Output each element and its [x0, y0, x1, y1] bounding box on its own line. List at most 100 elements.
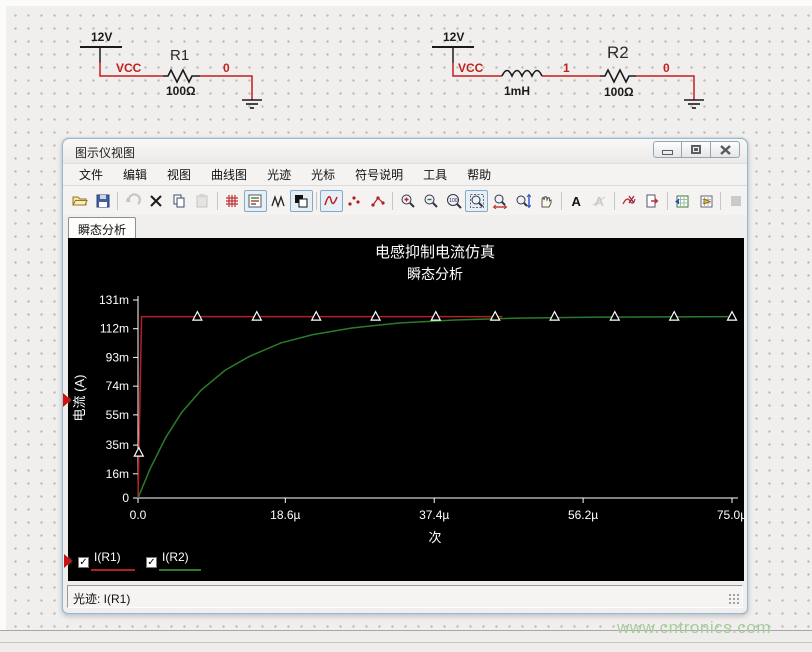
- wire-out1[interactable]: [200, 76, 252, 100]
- window-titlebar[interactable]: 图示仪视图: [63, 139, 747, 163]
- export-report-icon[interactable]: [641, 190, 664, 212]
- transient-plot[interactable]: 电感抑制电流仿真瞬态分析0.018.6µ37.4µ56.2µ75.0µ131m1…: [68, 238, 744, 581]
- svg-text:次: 次: [428, 530, 441, 545]
- graph-view-icon[interactable]: [320, 190, 343, 212]
- menu-cursor[interactable]: 光标: [301, 163, 345, 186]
- wire-out2[interactable]: [636, 76, 694, 100]
- grid-icon[interactable]: [220, 190, 243, 212]
- svg-text:131m: 131m: [99, 293, 129, 307]
- circuit-r1[interactable]: 12V VCC R1 100Ω 0: [80, 30, 262, 108]
- tab-transient-analysis[interactable]: 瞬态分析: [68, 217, 136, 238]
- ground1-symbol[interactable]: [242, 100, 262, 108]
- grapher-window: 图示仪视图 文件 编辑 视图 曲线图 光迹 光标 符号说明 工具 帮助: [62, 138, 748, 614]
- axis-selector-arrow-icon[interactable]: [63, 393, 71, 407]
- overlay-icon[interactable]: [290, 190, 313, 212]
- svg-text:74m: 74m: [106, 379, 129, 393]
- source2-voltage-label: 12V: [443, 30, 464, 44]
- text-icon[interactable]: A: [565, 190, 588, 212]
- menu-help[interactable]: 帮助: [457, 163, 501, 186]
- legend-checkbox-ir1[interactable]: ✓: [78, 557, 89, 568]
- save-icon[interactable]: [91, 190, 114, 212]
- inductor-symbol[interactable]: [502, 71, 542, 77]
- resistor2-ref: R2: [607, 43, 629, 62]
- schematic-canvas[interactable]: 12V VCC R1 100Ω 0 12V VCC 1mH 1 R2: [0, 0, 812, 135]
- menu-trace[interactable]: 光迹: [257, 163, 301, 186]
- pan-hand-icon[interactable]: [535, 190, 558, 212]
- svg-text:电感抑制电流仿真: 电感抑制电流仿真: [375, 243, 495, 261]
- net-label-vcc2: VCC: [458, 61, 484, 75]
- copy-icon[interactable]: [167, 190, 190, 212]
- zoom-100-icon[interactable]: 100: [442, 190, 465, 212]
- resistor1-ref: R1: [170, 47, 189, 64]
- stop-icon[interactable]: [724, 190, 747, 212]
- svg-text:0: 0: [122, 491, 129, 505]
- window-title: 图示仪视图: [75, 144, 135, 161]
- svg-text:35m: 35m: [106, 438, 129, 452]
- svg-text:56.2µ: 56.2µ: [568, 508, 598, 522]
- tab-strip: 瞬态分析: [63, 215, 747, 238]
- export-graph-icon[interactable]: [694, 190, 717, 212]
- svg-text:112m: 112m: [100, 322, 129, 336]
- resistor1-value: 100Ω: [166, 84, 196, 98]
- cursor-trace-icon[interactable]: [618, 190, 641, 212]
- close-icon: [720, 145, 731, 155]
- legend-label-ir2: I(R2): [162, 550, 189, 564]
- export-excel-icon[interactable]: [671, 190, 694, 212]
- trace-style-icon[interactable]: [267, 190, 290, 212]
- resize-grip-icon[interactable]: [728, 593, 740, 605]
- status-bar: 光迹: I(R1): [63, 581, 747, 615]
- chart-area: 电感抑制电流仿真瞬态分析0.018.6µ37.4µ56.2µ75.0µ131m1…: [68, 238, 744, 581]
- menu-file[interactable]: 文件: [69, 163, 113, 186]
- zoom-vertical-icon[interactable]: [512, 190, 535, 212]
- inductor-value: 1mH: [504, 84, 530, 98]
- paste-icon[interactable]: [190, 190, 213, 212]
- open-icon[interactable]: [68, 190, 91, 212]
- minimize-icon: [662, 150, 673, 155]
- legend-selector-arrow-icon[interactable]: [64, 554, 72, 568]
- svg-text:0.0: 0.0: [130, 508, 147, 522]
- chart-legend: ✓ I(R1) ✓ I(R2): [68, 550, 468, 578]
- close-button[interactable]: [711, 141, 740, 158]
- svg-text:55m: 55m: [106, 408, 129, 422]
- svg-text:电流 (A): 电流 (A): [72, 375, 87, 422]
- zoom-out-icon[interactable]: [419, 190, 442, 212]
- svg-text:100: 100: [449, 198, 458, 204]
- legend-swatch-ir1-icon: [91, 569, 135, 571]
- svg-text:37.4µ: 37.4µ: [419, 508, 449, 522]
- circuit-r2-inductor[interactable]: 12V VCC 1mH 1 R2 100Ω 0: [432, 30, 704, 108]
- svg-text:A: A: [595, 194, 605, 209]
- show-legend-icon[interactable]: [244, 190, 267, 212]
- net-label-vcc1: VCC: [116, 61, 142, 75]
- resistor2-value: 100Ω: [604, 85, 634, 99]
- minimize-button[interactable]: [653, 141, 682, 158]
- source1-voltage-label: 12V: [91, 30, 112, 44]
- svg-text:瞬态分析: 瞬态分析: [407, 266, 463, 282]
- text-edit-icon[interactable]: A: [588, 190, 611, 212]
- net-label-out1: 0: [223, 61, 230, 75]
- svg-text:93m: 93m: [106, 350, 129, 364]
- restore-button[interactable]: [682, 141, 711, 158]
- status-text-field: 光迹: I(R1): [67, 585, 743, 608]
- resistor1-symbol[interactable]: [163, 70, 200, 82]
- scatter-line-icon[interactable]: [366, 190, 389, 212]
- menu-tools[interactable]: 工具: [413, 163, 457, 186]
- menu-view[interactable]: 视图: [157, 163, 201, 186]
- scatter-icon[interactable]: [343, 190, 366, 212]
- resistor2-symbol[interactable]: [600, 70, 636, 82]
- net-label-out2: 0: [663, 61, 670, 75]
- menu-legend[interactable]: 符号说明: [345, 163, 413, 186]
- menu-bar: 文件 编辑 视图 曲线图 光迹 光标 符号说明 工具 帮助: [63, 163, 747, 186]
- undo-icon[interactable]: [121, 190, 144, 212]
- svg-text:16m: 16m: [106, 467, 129, 481]
- delete-icon[interactable]: [144, 190, 167, 212]
- svg-text:75.0µ: 75.0µ: [717, 508, 744, 522]
- zoom-horizontal-icon[interactable]: [488, 190, 511, 212]
- legend-checkbox-ir2[interactable]: ✓: [146, 557, 157, 568]
- menu-edit[interactable]: 编辑: [113, 163, 157, 186]
- status-text: 光迹: I(R1): [73, 592, 130, 606]
- svg-text:A: A: [572, 194, 582, 209]
- ground2-symbol[interactable]: [684, 100, 704, 108]
- menu-graph[interactable]: 曲线图: [201, 163, 257, 186]
- zoom-in-icon[interactable]: [396, 190, 419, 212]
- zoom-select-icon[interactable]: [465, 190, 488, 212]
